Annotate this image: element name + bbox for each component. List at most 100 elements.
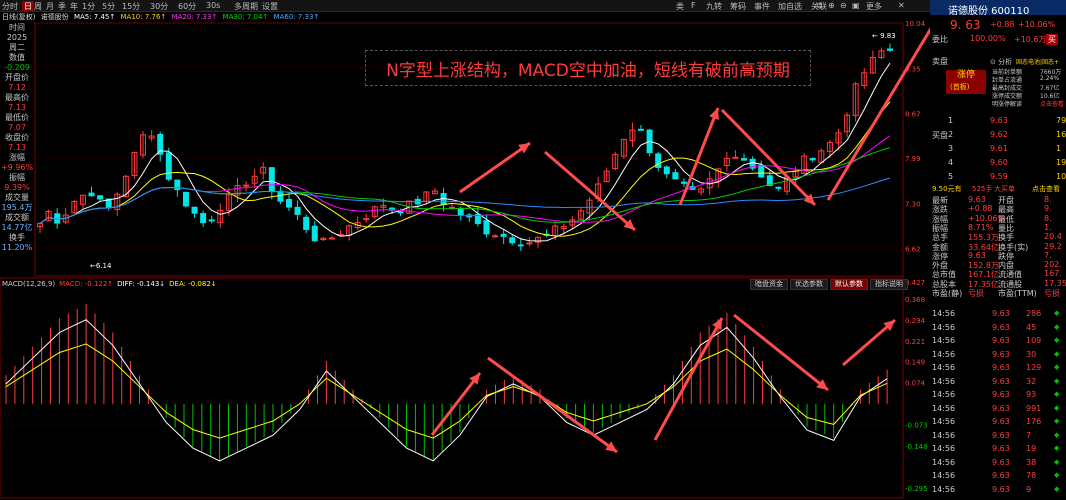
macd-arrow-up-1-shaft — [430, 372, 482, 436]
analysis-tag: 固态电池|固态+ — [1016, 59, 1060, 66]
toolbar-tool-1[interactable]: F — [691, 1, 696, 10]
dea-value: DEA: -0.082↓ — [169, 280, 217, 288]
tick-flag-icon-7: ◆ — [1054, 403, 1060, 412]
tick-price-10: 9.63 — [992, 444, 1010, 453]
bid-volume-2: 1 — [1056, 144, 1062, 153]
arrow-up-1-shaft — [459, 141, 531, 194]
candle-body-29 — [285, 198, 292, 208]
ma10-label: MA10: 7.76↑ — [120, 13, 167, 21]
macd-info-bar: MACD(12,26,9) MACD: -0.122↑ DIFF: -0.143↓ D… — [2, 280, 221, 288]
period-tab-7[interactable]: 5分 — [102, 1, 115, 12]
candle-body-18 — [191, 206, 198, 214]
period-tab-3[interactable]: 月 — [46, 1, 54, 12]
period-tab-11[interactable]: 30s — [206, 1, 220, 10]
committee-label: 委比 — [932, 35, 948, 44]
price-change-pct: +10.06% — [1018, 20, 1056, 29]
candle-body-30 — [294, 206, 301, 215]
tick-volume-0: 286 — [1026, 309, 1042, 318]
close-icon[interactable]: ✕ — [898, 1, 905, 10]
candle-body-86 — [775, 186, 782, 189]
price-change: +0.88 — [990, 20, 1015, 29]
period-tab-2[interactable]: 周 — [34, 1, 42, 12]
macd-button-0[interactable]: 暗盘资金 — [750, 279, 788, 290]
more-button[interactable]: 更多 — [866, 1, 882, 12]
tick-price-8: 9.63 — [992, 417, 1010, 426]
data-window-sidebar: 时间 2025 周二 数值 -0.209 开盘价 7.12 最高价 7.13 最低价 7.07 收盘价… — [0, 23, 34, 253]
settings-icon[interactable]: ⊜ — [816, 1, 823, 10]
toolbar-tool-2[interactable]: 九转 — [706, 1, 722, 12]
tick-flag-icon-12: ◆ — [1054, 471, 1060, 479]
macd-axis-label-3: 0.221 — [905, 338, 925, 346]
candle-body-31 — [303, 216, 310, 230]
tick-flag-icon-1: ◆ — [1054, 322, 1060, 331]
ma-info-bar: 日线(复权) 诺德股份 MA5: 7.45↑ MA10: 7.76↑ MA20:… — [0, 12, 930, 23]
toolbar-tool-4[interactable]: 事件 — [754, 1, 770, 12]
sidebar-label-1: 周二 — [9, 43, 25, 52]
macd-axis-label-1: 0.368 — [905, 296, 925, 304]
stat-value2-8: 167. — [1044, 269, 1062, 279]
tick-time-13: 14:56 — [932, 484, 956, 494]
analysis-value-4[interactable]: 点击查看 — [1040, 99, 1064, 108]
tick-flag-icon-8: ◆ — [1054, 417, 1060, 425]
sidebar-value-0: 2025 — [6, 33, 28, 42]
sidebar-label-6: 收盘价 — [5, 133, 29, 142]
tick-flag-icon-11: ◆ — [1054, 457, 1060, 466]
toolbar-tool-3[interactable]: 筹码 — [730, 1, 746, 12]
tick-time-11: 14:56 — [932, 457, 956, 467]
period-tab-8[interactable]: 15分 — [122, 1, 140, 12]
tick-flag-icon-4: ◆ — [1054, 363, 1060, 371]
candle-body-81 — [732, 156, 739, 159]
diff-line — [5, 319, 888, 462]
price-axis-label-2: 8.67 — [905, 110, 921, 118]
stat-value2-2: 8. — [1044, 213, 1052, 223]
tick-flag-icon-6: ◆ — [1054, 390, 1060, 398]
macd-button-2[interactable]: 默认参数 — [830, 279, 868, 290]
period-tab-1[interactable]: 日 — [22, 1, 34, 12]
macd-button-1[interactable]: 优选参数 — [790, 279, 828, 290]
price-axis-label-5: 6.62 — [905, 245, 921, 253]
limit-up-sub: (首板) — [950, 83, 970, 91]
tick-price-4: 9.63 — [992, 363, 1010, 372]
candle-body-6 — [88, 192, 95, 197]
period-tab-9[interactable]: 30分 — [150, 1, 168, 12]
macd-axis-label-8: -0.295 — [905, 485, 928, 493]
tick-volume-8: 176 — [1026, 417, 1042, 426]
tick-volume-4: 129 — [1026, 363, 1042, 372]
sidebar-label-7: 涨幅 — [9, 153, 25, 162]
big-order-link[interactable]: 点击查看 — [1032, 184, 1060, 194]
toolbar-tool-0[interactable]: 类 — [676, 1, 684, 12]
zoom-out-icon[interactable]: ⊖ — [840, 1, 847, 10]
sidebar-value-10: 14.77亿 — [1, 223, 33, 232]
tick-time-0: 14:56 — [932, 309, 956, 318]
macd-button-3[interactable]: 指标说明 — [870, 279, 908, 290]
period-tab-12[interactable]: 多周期 — [234, 1, 258, 12]
minimize-icon[interactable]: ▣ — [852, 1, 860, 10]
macd-arrow-down-1-shaft — [487, 356, 618, 454]
sidebar-value-9: 195.4万 — [1, 203, 33, 212]
analysis-title: ⊙ 分析 — [990, 58, 1013, 66]
tick-time-1: 14:56 — [932, 322, 956, 332]
period-tab-0[interactable]: 分时 — [2, 1, 18, 12]
period-tab-10[interactable]: 60分 — [178, 1, 196, 12]
tick-volume-11: 38 — [1026, 457, 1037, 467]
macd-axis-label-7: -0.148 — [905, 443, 928, 451]
bid-level-0: 1 — [948, 116, 954, 125]
big-order-type: 大买单 — [994, 185, 1015, 193]
bid-volume-3: 19 — [1056, 158, 1066, 167]
tick-flag-icon-13: ◆ — [1054, 484, 1060, 493]
toolbar-tool-5[interactable]: 加自选 — [778, 1, 802, 12]
sidebar-value-11: 11.20% — [1, 243, 33, 252]
stat-value2-9: 17.35 — [1044, 278, 1066, 288]
zoom-icon[interactable]: ⊕ — [828, 1, 835, 10]
macd-panel-frame — [0, 277, 904, 499]
analysis-key-4: 明涨停解读 — [992, 101, 1023, 108]
stock-name-label: 诺德股份 — [40, 13, 69, 21]
sidebar-value-8: 9.39% — [4, 183, 30, 192]
candle-body-15 — [165, 152, 172, 180]
period-tab-6[interactable]: 1分 — [82, 1, 95, 12]
buy-tag[interactable]: 买 — [1046, 34, 1058, 45]
period-tab-13[interactable]: 设置 — [262, 1, 278, 12]
period-tab-5[interactable]: 年 — [70, 1, 78, 12]
stat-value2-1: 9. — [1044, 204, 1052, 214]
period-tab-4[interactable]: 季 — [58, 1, 66, 12]
